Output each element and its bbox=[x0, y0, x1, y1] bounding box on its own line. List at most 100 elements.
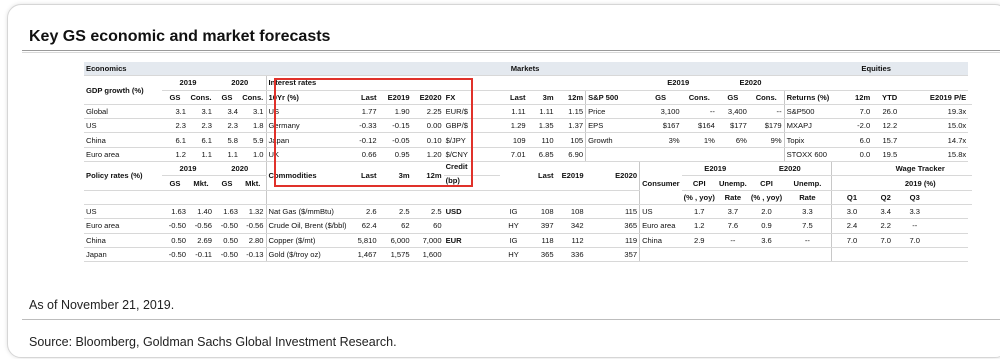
page-title: Key GS economic and market forecasts bbox=[29, 28, 331, 45]
cons-e2020-header: E2020 bbox=[748, 161, 832, 177]
eq-col-12m: 12m bbox=[831, 90, 873, 105]
gdp-value: 1.1 bbox=[188, 147, 214, 163]
eq-col-ytd: YTD bbox=[872, 90, 900, 105]
section-header-row: Economics Markets Equities bbox=[84, 62, 972, 77]
policy-value: -0.56 bbox=[240, 218, 266, 234]
cons-row-name: US bbox=[639, 204, 682, 220]
table-row: Global 3.1 3.1 3.4 3.1 US 1.77 1.90 2.25… bbox=[84, 104, 972, 120]
eq-col-pe: E2019 P/E bbox=[899, 90, 969, 105]
comm-row-name: Gold ($/troy oz) bbox=[265, 247, 349, 263]
fx-value: 6.90 bbox=[555, 147, 586, 163]
sp-value: 6% bbox=[716, 132, 749, 148]
eq-value: 15.0x bbox=[899, 118, 969, 134]
title-rule-light bbox=[22, 52, 1000, 53]
fx-col-3m: 3m bbox=[527, 90, 556, 105]
sp-value: 3% bbox=[639, 132, 682, 148]
cons-value: -- bbox=[716, 233, 749, 248]
policy-value: -0.56 bbox=[188, 218, 214, 234]
cons-value: 7.6 bbox=[716, 218, 749, 234]
sp-gs-2019: GS bbox=[639, 90, 682, 105]
gdp-value: 2.3 bbox=[214, 118, 240, 134]
fx-value: 1.35 bbox=[527, 118, 556, 134]
cons-rate-2019: Rate bbox=[716, 190, 749, 205]
cons-value: 0.9 bbox=[748, 218, 785, 234]
table-row: US 2.3 2.3 2.3 1.8 Germany -0.33 -0.15 0… bbox=[84, 118, 972, 134]
fx-value: 1.11 bbox=[527, 104, 556, 120]
policy-value: 2.80 bbox=[240, 233, 266, 248]
cons-e2019-header: E2019 bbox=[681, 161, 749, 177]
policy-gs-2020: GS bbox=[214, 175, 240, 191]
comm-value: 5,810 bbox=[348, 233, 379, 248]
gdp-value: 3.1 bbox=[240, 104, 266, 120]
sp-value: 9% bbox=[748, 132, 785, 148]
gdp-value: 1.8 bbox=[240, 118, 266, 134]
cons-rate-2020: Rate bbox=[784, 190, 832, 205]
wage-value: 2.4 bbox=[830, 218, 873, 234]
policy-value: 0.50 bbox=[214, 233, 240, 248]
footer-separator bbox=[22, 319, 1000, 320]
wage-value: 3.0 bbox=[830, 204, 873, 220]
credit-grade: HY bbox=[499, 247, 528, 263]
wage-value: 7.0 bbox=[872, 233, 900, 248]
credit-value: 397 bbox=[527, 218, 556, 234]
comm-value: 2.5 bbox=[411, 204, 444, 220]
policy-value: -0.50 bbox=[214, 247, 240, 263]
eq-row-name: Topix bbox=[783, 132, 832, 148]
credit-cur bbox=[443, 247, 500, 263]
cons-row-name: China bbox=[639, 233, 682, 248]
gdp-row-name: China bbox=[84, 132, 162, 148]
eq-value: 14.7x bbox=[899, 132, 969, 148]
credit-value: 336 bbox=[555, 247, 586, 263]
fx-value: 6.85 bbox=[527, 147, 556, 163]
comm-row-name: Crude Oil, Brent ($/bbl) bbox=[265, 218, 349, 234]
year-header-row: GDP growth (%) 2019 2020 Interest rates … bbox=[84, 75, 972, 105]
credit-value: 365 bbox=[527, 247, 556, 263]
policy-value: 1.40 bbox=[188, 204, 214, 220]
policy-value: -0.50 bbox=[162, 247, 188, 263]
credit-value: 119 bbox=[585, 233, 640, 248]
fx-col-12m: 12m bbox=[555, 90, 586, 105]
eq-value: 15.8x bbox=[899, 147, 969, 163]
comm-value: 62.4 bbox=[348, 218, 379, 234]
fx-value: 1.15 bbox=[555, 104, 586, 120]
gdp-value: 3.4 bbox=[214, 104, 240, 120]
gdp-value: 1.0 bbox=[240, 147, 266, 163]
eq-value: 12.2 bbox=[872, 118, 900, 134]
sp-row-name: Growth bbox=[585, 132, 640, 148]
eq-value: 19.5 bbox=[872, 147, 900, 163]
forecast-table: Economics Markets Equities GDP growth (%… bbox=[84, 62, 973, 263]
cons-value: 3.3 bbox=[784, 204, 832, 220]
gdp-row-name: Global bbox=[84, 104, 162, 120]
cons-value: 7.5 bbox=[784, 218, 832, 234]
policy-value: -0.50 bbox=[162, 218, 188, 234]
policy-value: -0.50 bbox=[214, 218, 240, 234]
gdp-value: 3.1 bbox=[188, 104, 214, 120]
table-row: Euro area -0.50 -0.56 -0.50 -0.56 Crude … bbox=[84, 218, 972, 234]
sp-value: $164 bbox=[681, 118, 717, 134]
wage-value: -- bbox=[899, 218, 931, 234]
comm-value: 1,600 bbox=[411, 247, 444, 263]
gdp-value: 6.1 bbox=[162, 132, 188, 148]
eq-row-name: STOXX 600 bbox=[783, 147, 832, 163]
eq-row-name: S&P500 bbox=[783, 104, 832, 120]
fx-value: 109 bbox=[499, 132, 528, 148]
gdp-row-name: US bbox=[84, 118, 162, 134]
credit-value: 118 bbox=[527, 233, 556, 248]
gdp-cons-2020: Cons. bbox=[240, 90, 266, 105]
comm-value: 1,467 bbox=[348, 247, 379, 263]
policy-value: -0.11 bbox=[188, 247, 214, 263]
credit-value: 357 bbox=[585, 247, 640, 263]
fx-col-last: Last bbox=[499, 90, 528, 105]
wage-col-q3: Q3 bbox=[899, 190, 931, 205]
table-row: Japan -0.50 -0.11 -0.50 -0.13 Gold ($/tr… bbox=[84, 247, 972, 263]
credit-value: 112 bbox=[555, 233, 586, 248]
as-of-note: As of November 21, 2019. bbox=[29, 298, 175, 312]
eq-value: 0.0 bbox=[831, 147, 873, 163]
cons-cpi-sub-2019: (% , yoy) bbox=[681, 190, 717, 205]
title-rule bbox=[22, 50, 1000, 51]
table-row: Euro area 1.2 1.1 1.1 1.0 UK 0.66 0.95 1… bbox=[84, 147, 972, 163]
policy-gs-2019: GS bbox=[162, 175, 188, 191]
wage-col-q2: Q2 bbox=[872, 190, 900, 205]
credit-grade: IG bbox=[499, 233, 528, 248]
policy-row-name: US bbox=[84, 204, 162, 220]
